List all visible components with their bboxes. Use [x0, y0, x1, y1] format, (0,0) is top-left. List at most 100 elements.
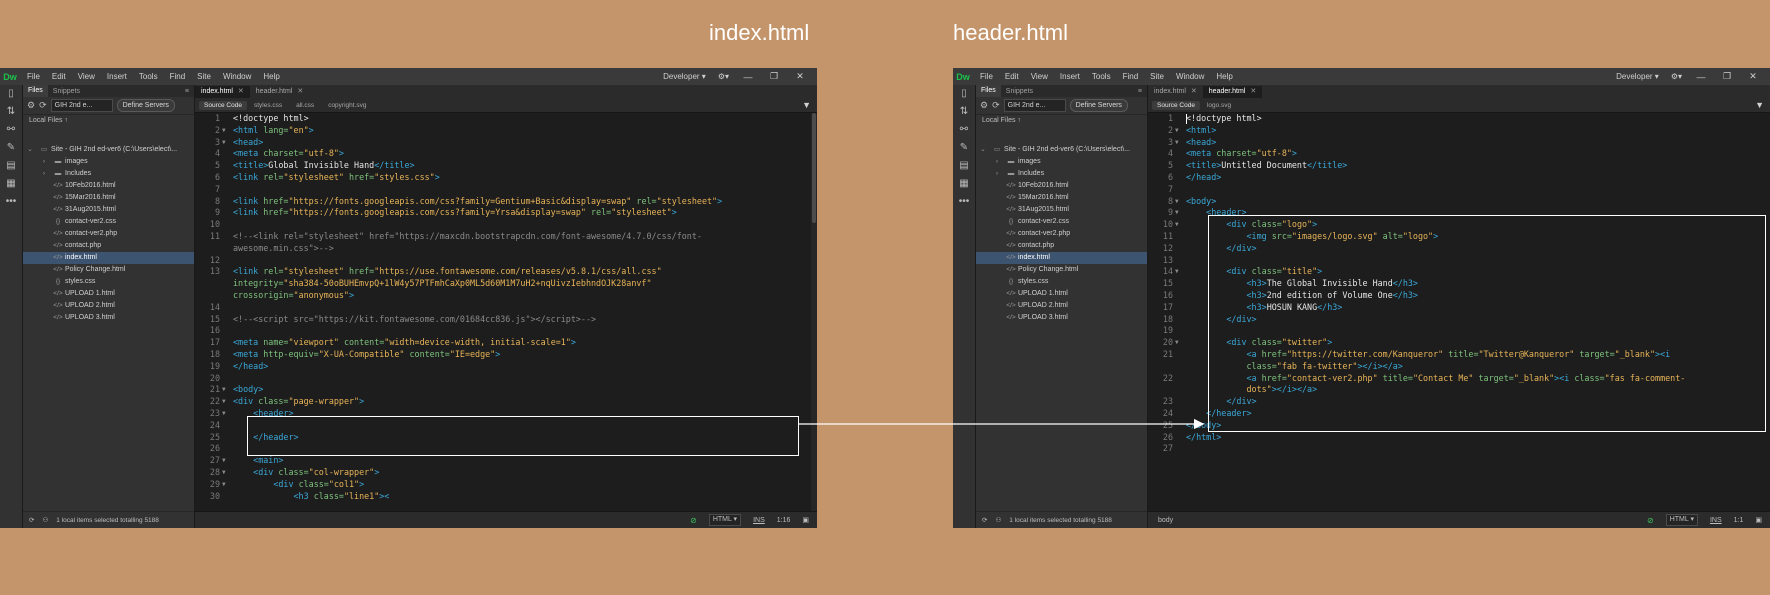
scrollbar[interactable] [811, 113, 817, 512]
refresh-icon[interactable]: ⟳ [982, 516, 987, 524]
file-item[interactable]: </> contact.php [23, 240, 194, 252]
code-line[interactable]: 13 [1148, 255, 1770, 267]
scrollbar-thumb[interactable] [812, 113, 816, 223]
site-root[interactable]: ⌄ ▭ Site - GIH 2nd ed-ver6 (C:\Users\elect… [976, 144, 1147, 156]
tab-header-html[interactable]: header.html ✕ [1202, 86, 1263, 98]
code-icon[interactable]: ▤ [953, 157, 975, 175]
file-item[interactable]: </> index.html [976, 252, 1147, 264]
code-line[interactable]: dots"></i></a> [1148, 384, 1770, 396]
fold-arrow-icon[interactable]: ▼ [1175, 337, 1179, 349]
file-item[interactable]: {} contact-ver2.css [23, 216, 194, 228]
close-icon[interactable]: ✕ [238, 88, 244, 95]
code-line[interactable]: 2 ▼ <html lang="en"> [195, 125, 817, 137]
code-line[interactable]: 23 ▼ <header> [195, 408, 817, 420]
code-line[interactable]: 20 [195, 373, 817, 385]
file-item[interactable]: </> 31Aug2015.html [23, 204, 194, 216]
chevron-right-icon[interactable]: › [37, 156, 51, 168]
snippets-icon[interactable]: ▦ [953, 175, 975, 193]
fold-arrow-icon[interactable]: ▼ [222, 408, 226, 420]
fold-arrow-icon[interactable]: ▼ [222, 137, 226, 149]
restore-icon[interactable]: ❐ [767, 71, 781, 82]
dom-icon[interactable]: ⚯ [953, 121, 975, 139]
code-line[interactable]: 22 ▼ <div class="page-wrapper"> [195, 396, 817, 408]
code-line[interactable]: 7 [195, 184, 817, 196]
code-line[interactable]: 30 <h3 class="line1">< [195, 491, 817, 503]
code-line[interactable]: 14 [195, 302, 817, 314]
code-line[interactable]: 8 <link href="https://fonts.googleapis.co… [195, 196, 817, 208]
minimize-icon[interactable]: — [1694, 72, 1708, 82]
workspace-switcher[interactable]: Developer ▾ [1616, 72, 1659, 81]
file-item[interactable]: </> UPLOAD 3.html [23, 312, 194, 324]
menu-help[interactable]: Help [1210, 72, 1238, 81]
file-transfer-icon[interactable]: ⇅ [953, 103, 975, 121]
file-item[interactable]: </> UPLOAD 2.html [976, 300, 1147, 312]
site-select[interactable]: GIH 2nd e... [50, 99, 113, 112]
code-line[interactable]: 13 <link rel="stylesheet" href="https://u… [195, 266, 817, 278]
code-line[interactable]: class="fab fa-twitter"></i></a> [1148, 361, 1770, 373]
sort-icon[interactable]: ↑ [64, 117, 68, 124]
code-line[interactable]: 20 ▼ <div class="twitter"> [1148, 337, 1770, 349]
insert-mode[interactable]: INS [1710, 517, 1722, 524]
check-circle-icon[interactable]: ⊘ [1647, 516, 1654, 525]
more-icon[interactable]: ••• [0, 193, 22, 211]
file-item[interactable]: › ▬ images [23, 156, 194, 168]
related-copyright-svg[interactable]: copyright.svg [321, 102, 373, 109]
document-icon[interactable]: ▯ [0, 85, 22, 103]
related-styles-css[interactable]: styles.css [247, 102, 289, 109]
code-line[interactable]: 25 </body> [1148, 420, 1770, 432]
fold-arrow-icon[interactable]: ▼ [222, 384, 226, 396]
code-line[interactable]: 19 [1148, 325, 1770, 337]
connect-icon[interactable]: ⚙ [27, 100, 35, 111]
menu-find[interactable]: Find [164, 72, 192, 81]
file-item[interactable]: </> Policy Change.html [23, 264, 194, 276]
menu-view[interactable]: View [72, 72, 101, 81]
fold-arrow-icon[interactable]: ▼ [222, 479, 226, 491]
tab-snippets[interactable]: Snippets [1001, 88, 1038, 95]
brush-icon[interactable]: ✎ [953, 139, 975, 157]
language-select[interactable]: HTML ▾ [1665, 514, 1698, 526]
code-line[interactable]: 24 </header> [1148, 408, 1770, 420]
file-item[interactable]: › ▬ Includes [976, 168, 1147, 180]
preview-icon[interactable]: ▣ [802, 516, 809, 524]
file-transfer-icon[interactable]: ⇅ [0, 103, 22, 121]
file-item[interactable]: › ▬ Includes [23, 168, 194, 180]
menu-view[interactable]: View [1025, 72, 1054, 81]
preview-icon[interactable]: ▣ [1755, 516, 1762, 524]
code-line[interactable]: integrity="sha384-50oBUHEmvpQ+1lW4y57PTF… [195, 278, 817, 290]
fold-arrow-icon[interactable]: ▼ [1175, 266, 1179, 278]
code-line[interactable]: 19 </head> [195, 361, 817, 373]
menu-window[interactable]: Window [1170, 72, 1210, 81]
code-line[interactable]: 12 [195, 255, 817, 267]
code-line[interactable]: 15 <!--<script src="https://kit.fontaweso… [195, 314, 817, 326]
file-item[interactable]: › ▬ images [976, 156, 1147, 168]
code-line[interactable]: 15 <h3>The Global Invisible Hand</h3> [1148, 278, 1770, 290]
code-line[interactable]: 6 <link rel="stylesheet" href="styles.css… [195, 172, 817, 184]
close-icon[interactable]: ✕ [297, 88, 303, 95]
define-servers-button[interactable]: Define Servers [116, 99, 175, 112]
code-line[interactable]: 27 ▼ <main> [195, 455, 817, 467]
code-line[interactable]: 21 <a href="https://twitter.com/Kanquero… [1148, 349, 1770, 361]
site-select[interactable]: GIH 2nd e... [1003, 99, 1066, 112]
menu-site[interactable]: Site [191, 72, 217, 81]
code-line[interactable]: 26 </html> [1148, 432, 1770, 444]
file-item[interactable]: {} styles.css [976, 276, 1147, 288]
menu-tools[interactable]: Tools [1086, 72, 1117, 81]
file-item[interactable]: </> 10Feb2016.html [976, 180, 1147, 192]
code-line[interactable]: 27 [1148, 443, 1770, 455]
code-line[interactable]: 29 ▼ <div class="col1"> [195, 479, 817, 491]
close-icon[interactable]: ✕ [1250, 88, 1256, 95]
tab-index-html[interactable]: index.html ✕ [195, 86, 250, 98]
file-item[interactable]: </> 15Mar2016.html [23, 192, 194, 204]
code-line[interactable]: 11 <img src="images/logo.svg" alt="logo"… [1148, 231, 1770, 243]
menu-edit[interactable]: Edit [999, 72, 1025, 81]
chevron-right-icon[interactable]: › [37, 168, 51, 180]
related-logo-svg[interactable]: logo.svg [1200, 102, 1238, 109]
sync-icon[interactable]: ⟳ [992, 100, 1000, 111]
tag-selector[interactable]: body [1148, 517, 1173, 524]
code-line[interactable]: 4 <meta charset="utf-8"> [195, 148, 817, 160]
gear-icon[interactable]: ⚙▾ [718, 72, 729, 81]
code-line[interactable]: 9 ▼ <header> [1148, 207, 1770, 219]
insert-mode[interactable]: INS [753, 517, 765, 524]
menu-insert[interactable]: Insert [101, 72, 133, 81]
chevron-down-icon[interactable]: ⌄ [976, 144, 990, 156]
